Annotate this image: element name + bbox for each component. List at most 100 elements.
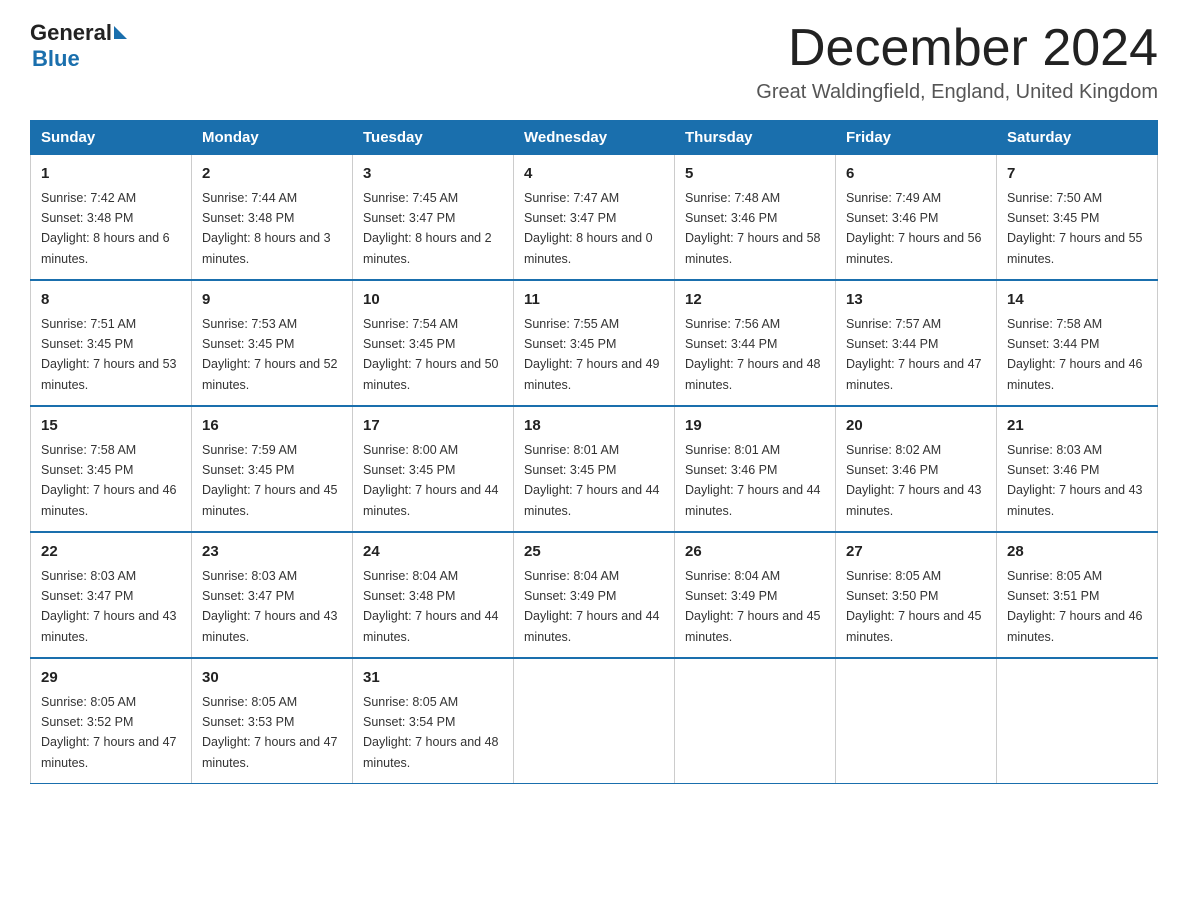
day-info: Sunrise: 8:03 AMSunset: 3:47 PMDaylight:… xyxy=(202,569,338,644)
calendar-cell: 23 Sunrise: 8:03 AMSunset: 3:47 PMDaylig… xyxy=(192,532,353,658)
logo-blue-text: Blue xyxy=(32,46,80,72)
day-number: 2 xyxy=(202,163,342,186)
day-info: Sunrise: 8:02 AMSunset: 3:46 PMDaylight:… xyxy=(846,443,982,518)
calendar-cell: 13 Sunrise: 7:57 AMSunset: 3:44 PMDaylig… xyxy=(836,280,997,406)
day-number: 5 xyxy=(685,163,825,186)
day-number: 31 xyxy=(363,667,503,690)
day-number: 22 xyxy=(41,541,181,564)
day-info: Sunrise: 7:53 AMSunset: 3:45 PMDaylight:… xyxy=(202,317,338,392)
day-number: 21 xyxy=(1007,415,1147,438)
col-header-tuesday: Tuesday xyxy=(353,121,514,155)
calendar-cell: 31 Sunrise: 8:05 AMSunset: 3:54 PMDaylig… xyxy=(353,658,514,784)
day-info: Sunrise: 8:05 AMSunset: 3:54 PMDaylight:… xyxy=(363,695,499,770)
day-number: 28 xyxy=(1007,541,1147,564)
day-number: 20 xyxy=(846,415,986,438)
calendar-cell xyxy=(675,658,836,784)
day-number: 29 xyxy=(41,667,181,690)
calendar-cell: 3 Sunrise: 7:45 AMSunset: 3:47 PMDayligh… xyxy=(353,155,514,281)
day-info: Sunrise: 8:01 AMSunset: 3:45 PMDaylight:… xyxy=(524,443,660,518)
col-header-thursday: Thursday xyxy=(675,121,836,155)
calendar-cell: 5 Sunrise: 7:48 AMSunset: 3:46 PMDayligh… xyxy=(675,155,836,281)
day-info: Sunrise: 8:05 AMSunset: 3:51 PMDaylight:… xyxy=(1007,569,1143,644)
day-info: Sunrise: 7:51 AMSunset: 3:45 PMDaylight:… xyxy=(41,317,177,392)
day-number: 30 xyxy=(202,667,342,690)
calendar-cell: 20 Sunrise: 8:02 AMSunset: 3:46 PMDaylig… xyxy=(836,406,997,532)
day-number: 26 xyxy=(685,541,825,564)
calendar-cell: 15 Sunrise: 7:58 AMSunset: 3:45 PMDaylig… xyxy=(31,406,192,532)
day-info: Sunrise: 7:56 AMSunset: 3:44 PMDaylight:… xyxy=(685,317,821,392)
day-info: Sunrise: 8:03 AMSunset: 3:47 PMDaylight:… xyxy=(41,569,177,644)
day-number: 16 xyxy=(202,415,342,438)
calendar-cell: 14 Sunrise: 7:58 AMSunset: 3:44 PMDaylig… xyxy=(997,280,1158,406)
day-number: 10 xyxy=(363,289,503,312)
calendar-cell: 29 Sunrise: 8:05 AMSunset: 3:52 PMDaylig… xyxy=(31,658,192,784)
day-number: 19 xyxy=(685,415,825,438)
day-info: Sunrise: 7:59 AMSunset: 3:45 PMDaylight:… xyxy=(202,443,338,518)
day-number: 18 xyxy=(524,415,664,438)
calendar-week-row: 1 Sunrise: 7:42 AMSunset: 3:48 PMDayligh… xyxy=(31,155,1158,281)
calendar-cell: 1 Sunrise: 7:42 AMSunset: 3:48 PMDayligh… xyxy=(31,155,192,281)
col-header-sunday: Sunday xyxy=(31,121,192,155)
calendar-cell: 25 Sunrise: 8:04 AMSunset: 3:49 PMDaylig… xyxy=(514,532,675,658)
calendar-cell: 12 Sunrise: 7:56 AMSunset: 3:44 PMDaylig… xyxy=(675,280,836,406)
calendar-cell: 10 Sunrise: 7:54 AMSunset: 3:45 PMDaylig… xyxy=(353,280,514,406)
calendar-cell: 16 Sunrise: 7:59 AMSunset: 3:45 PMDaylig… xyxy=(192,406,353,532)
day-number: 7 xyxy=(1007,163,1147,186)
calendar-cell: 7 Sunrise: 7:50 AMSunset: 3:45 PMDayligh… xyxy=(997,155,1158,281)
logo-arrow-icon xyxy=(114,26,127,39)
day-number: 17 xyxy=(363,415,503,438)
calendar-cell xyxy=(514,658,675,784)
col-header-saturday: Saturday xyxy=(997,121,1158,155)
logo: General Blue xyxy=(30,20,127,72)
calendar-table: SundayMondayTuesdayWednesdayThursdayFrid… xyxy=(30,120,1158,784)
calendar-header-row: SundayMondayTuesdayWednesdayThursdayFrid… xyxy=(31,121,1158,155)
title-area: December 2024 Great Waldingfield, Englan… xyxy=(756,20,1158,104)
day-info: Sunrise: 8:00 AMSunset: 3:45 PMDaylight:… xyxy=(363,443,499,518)
col-header-friday: Friday xyxy=(836,121,997,155)
page-header: General Blue December 2024 Great Walding… xyxy=(30,20,1158,104)
calendar-cell: 27 Sunrise: 8:05 AMSunset: 3:50 PMDaylig… xyxy=(836,532,997,658)
day-info: Sunrise: 7:55 AMSunset: 3:45 PMDaylight:… xyxy=(524,317,660,392)
day-info: Sunrise: 7:58 AMSunset: 3:45 PMDaylight:… xyxy=(41,443,177,518)
day-info: Sunrise: 8:03 AMSunset: 3:46 PMDaylight:… xyxy=(1007,443,1143,518)
day-info: Sunrise: 7:45 AMSunset: 3:47 PMDaylight:… xyxy=(363,191,492,266)
day-info: Sunrise: 8:05 AMSunset: 3:50 PMDaylight:… xyxy=(846,569,982,644)
calendar-cell: 28 Sunrise: 8:05 AMSunset: 3:51 PMDaylig… xyxy=(997,532,1158,658)
day-number: 14 xyxy=(1007,289,1147,312)
col-header-monday: Monday xyxy=(192,121,353,155)
day-info: Sunrise: 7:47 AMSunset: 3:47 PMDaylight:… xyxy=(524,191,653,266)
day-number: 25 xyxy=(524,541,664,564)
day-number: 11 xyxy=(524,289,664,312)
month-title: December 2024 xyxy=(756,20,1158,77)
day-info: Sunrise: 8:01 AMSunset: 3:46 PMDaylight:… xyxy=(685,443,821,518)
calendar-cell: 30 Sunrise: 8:05 AMSunset: 3:53 PMDaylig… xyxy=(192,658,353,784)
day-info: Sunrise: 7:57 AMSunset: 3:44 PMDaylight:… xyxy=(846,317,982,392)
day-number: 27 xyxy=(846,541,986,564)
calendar-cell: 2 Sunrise: 7:44 AMSunset: 3:48 PMDayligh… xyxy=(192,155,353,281)
day-info: Sunrise: 8:04 AMSunset: 3:49 PMDaylight:… xyxy=(685,569,821,644)
day-number: 9 xyxy=(202,289,342,312)
col-header-wednesday: Wednesday xyxy=(514,121,675,155)
day-number: 3 xyxy=(363,163,503,186)
calendar-cell: 11 Sunrise: 7:55 AMSunset: 3:45 PMDaylig… xyxy=(514,280,675,406)
calendar-cell: 22 Sunrise: 8:03 AMSunset: 3:47 PMDaylig… xyxy=(31,532,192,658)
calendar-cell: 17 Sunrise: 8:00 AMSunset: 3:45 PMDaylig… xyxy=(353,406,514,532)
day-number: 6 xyxy=(846,163,986,186)
calendar-cell: 4 Sunrise: 7:47 AMSunset: 3:47 PMDayligh… xyxy=(514,155,675,281)
day-number: 24 xyxy=(363,541,503,564)
day-number: 12 xyxy=(685,289,825,312)
calendar-cell: 19 Sunrise: 8:01 AMSunset: 3:46 PMDaylig… xyxy=(675,406,836,532)
calendar-cell: 24 Sunrise: 8:04 AMSunset: 3:48 PMDaylig… xyxy=(353,532,514,658)
calendar-cell xyxy=(836,658,997,784)
day-number: 13 xyxy=(846,289,986,312)
day-info: Sunrise: 8:04 AMSunset: 3:48 PMDaylight:… xyxy=(363,569,499,644)
day-number: 8 xyxy=(41,289,181,312)
day-info: Sunrise: 7:49 AMSunset: 3:46 PMDaylight:… xyxy=(846,191,982,266)
day-number: 4 xyxy=(524,163,664,186)
calendar-week-row: 15 Sunrise: 7:58 AMSunset: 3:45 PMDaylig… xyxy=(31,406,1158,532)
day-info: Sunrise: 7:54 AMSunset: 3:45 PMDaylight:… xyxy=(363,317,499,392)
day-info: Sunrise: 7:44 AMSunset: 3:48 PMDaylight:… xyxy=(202,191,331,266)
day-number: 23 xyxy=(202,541,342,564)
day-info: Sunrise: 8:05 AMSunset: 3:52 PMDaylight:… xyxy=(41,695,177,770)
day-info: Sunrise: 7:58 AMSunset: 3:44 PMDaylight:… xyxy=(1007,317,1143,392)
